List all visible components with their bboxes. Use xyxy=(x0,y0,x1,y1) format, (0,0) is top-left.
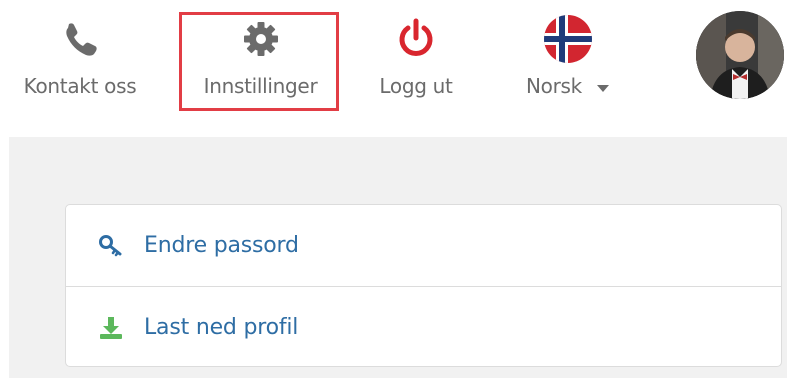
settings-content-area: Endre passord Last ned profil xyxy=(9,137,787,378)
nav-logout[interactable]: Logg ut xyxy=(355,0,477,137)
gear-icon xyxy=(243,22,278,56)
nav-language-label: Norsk xyxy=(500,74,636,98)
user-photo xyxy=(696,11,784,99)
download-profile-label: Last ned profil xyxy=(144,315,299,340)
nav-logout-label: Logg ut xyxy=(379,74,453,98)
change-password-link[interactable]: Endre passord xyxy=(66,205,781,287)
nav-contact-us[interactable]: Kontakt oss xyxy=(10,0,150,137)
nav-contact-label: Kontakt oss xyxy=(23,74,137,98)
nav-settings[interactable]: Innstillinger xyxy=(179,0,342,137)
download-profile-link[interactable]: Last ned profil xyxy=(66,287,781,368)
change-password-label: Endre passord xyxy=(144,233,299,258)
download-icon xyxy=(100,316,122,339)
key-icon xyxy=(99,234,122,256)
power-icon xyxy=(399,18,433,56)
nav-language-selector[interactable]: Norsk xyxy=(500,0,636,137)
avatar[interactable] xyxy=(696,11,784,99)
phone-icon xyxy=(66,23,97,56)
settings-menu-card: Endre passord Last ned profil xyxy=(65,204,782,367)
nav-settings-label: Innstillinger xyxy=(203,74,318,98)
caret-down-icon xyxy=(597,84,609,92)
top-navigation-bar: Kontakt oss Innstillinger Logg ut Norsk xyxy=(0,0,787,137)
norway-flag-icon xyxy=(544,15,592,63)
